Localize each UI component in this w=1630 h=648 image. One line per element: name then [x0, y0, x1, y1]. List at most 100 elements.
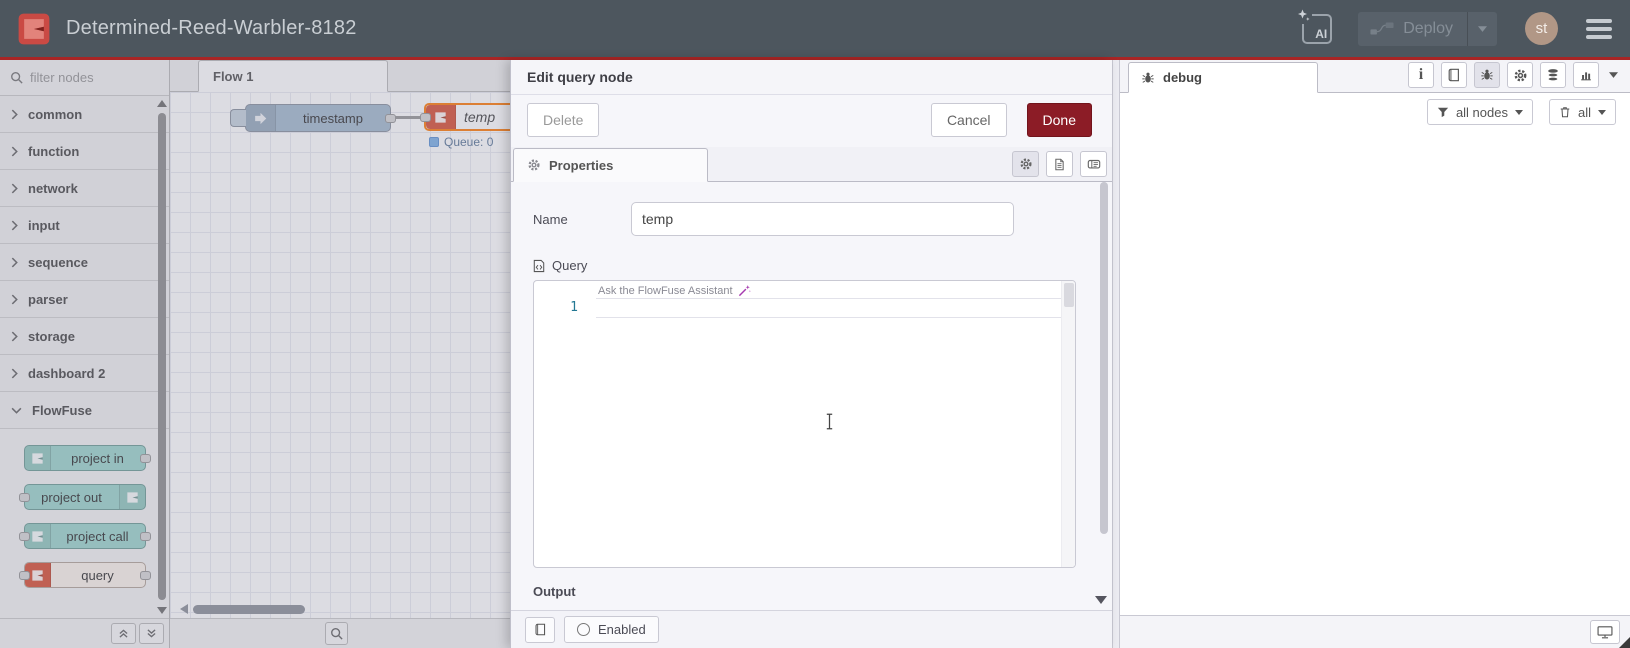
help-tab-button[interactable]	[1441, 62, 1467, 88]
input-port[interactable]	[18, 532, 30, 541]
gear-icon	[1019, 158, 1032, 170]
node-enabled-toggle[interactable]: Enabled	[564, 616, 659, 643]
dashboard-tab-button[interactable]	[1573, 62, 1599, 88]
palette-category-dashboard2[interactable]: dashboard 2	[0, 355, 169, 392]
debug-tab-button[interactable]	[1474, 62, 1500, 88]
debug-filter-row: all nodes all	[1120, 93, 1630, 131]
chevron-down-icon	[1609, 72, 1618, 78]
input-port[interactable]	[18, 493, 30, 502]
user-avatar[interactable]: st	[1525, 12, 1558, 45]
palette-category-storage[interactable]: storage	[0, 318, 169, 355]
info-tab-button[interactable]: i	[1408, 62, 1434, 88]
context-data-tab-button[interactable]	[1540, 62, 1566, 88]
palette-node-query[interactable]: query	[18, 562, 151, 588]
appearance-icon-button[interactable]	[1080, 151, 1107, 177]
inject-trigger-button[interactable]	[230, 109, 246, 127]
sidebar-resize-handle[interactable]	[1112, 60, 1120, 648]
output-port[interactable]	[139, 571, 151, 580]
description-icon-button[interactable]	[1046, 151, 1073, 177]
deploy-label: Deploy	[1403, 19, 1453, 37]
sidebar-tab-buttons: i	[1408, 62, 1630, 92]
node-help-button[interactable]	[525, 616, 555, 643]
tab-debug[interactable]: debug	[1128, 62, 1318, 93]
palette-scrollbar[interactable]	[157, 100, 167, 614]
debug-message-list[interactable]	[1120, 131, 1630, 615]
expand-all-categories-button[interactable]	[139, 623, 164, 644]
debug-footer	[1120, 615, 1630, 648]
category-label: input	[28, 217, 60, 233]
sidebar-toolbar: debug i	[1120, 60, 1630, 93]
done-button[interactable]: Done	[1026, 103, 1092, 137]
window-resize-grip[interactable]	[1619, 637, 1630, 648]
main-menu-button[interactable]	[1586, 18, 1612, 39]
name-input[interactable]	[631, 202, 1014, 236]
output-port[interactable]	[139, 532, 151, 541]
name-label: Name	[533, 211, 568, 227]
menu-bar-icon	[1586, 26, 1612, 31]
text-cursor-icon	[825, 413, 834, 433]
scrollbar-thumb[interactable]	[158, 113, 166, 600]
palette-node-project-out[interactable]: project out	[18, 484, 146, 510]
delete-button[interactable]: Delete	[527, 103, 600, 137]
node-label: query	[81, 567, 114, 583]
scrollbar-thumb[interactable]	[1064, 283, 1074, 307]
palette-category-parser[interactable]: parser	[0, 281, 169, 318]
collapse-all-categories-button[interactable]	[111, 623, 136, 644]
enabled-state-icon	[577, 623, 590, 636]
tab-properties[interactable]: Properties	[513, 148, 708, 182]
scroll-down-arrow-icon[interactable]	[157, 607, 167, 614]
palette-node-project-in[interactable]: project in	[23, 445, 151, 471]
assistant-placeholder-button[interactable]: Ask the FlowFuse Assistant	[598, 284, 751, 297]
inject-arrow-icon	[246, 105, 276, 131]
scroll-left-arrow-icon[interactable]	[180, 604, 188, 614]
category-label: FlowFuse	[32, 402, 92, 418]
palette-node-project-call[interactable]: project call	[18, 523, 151, 549]
query-label: Query	[552, 258, 588, 273]
deploy-button[interactable]: Deploy	[1358, 20, 1467, 38]
debug-clear-button[interactable]: all	[1548, 99, 1616, 125]
debug-filter-button[interactable]: all nodes	[1426, 99, 1533, 125]
palette-search[interactable]	[0, 60, 169, 96]
flowfuse-node-icon	[118, 485, 145, 509]
palette-category-flowfuse[interactable]: FlowFuse	[0, 392, 169, 429]
cancel-button[interactable]: Cancel	[930, 103, 1007, 137]
sidebar-options-button[interactable]	[1606, 72, 1618, 78]
palette-category-network[interactable]: network	[0, 170, 169, 207]
editor-scrollbar[interactable]	[1061, 281, 1075, 567]
zoom-navigator-button[interactable]	[325, 622, 348, 645]
tray-title: Edit query node	[527, 69, 633, 85]
inject-node-timestamp[interactable]: timestamp	[230, 104, 396, 132]
input-port[interactable]	[18, 571, 30, 580]
line-number: 1	[570, 300, 578, 315]
output-port[interactable]	[385, 114, 396, 123]
editor-current-line	[596, 298, 1061, 318]
properties-icon-button[interactable]	[1012, 151, 1039, 177]
book-icon	[535, 623, 545, 636]
tray-footer: Enabled	[511, 610, 1112, 648]
scrollbar-thumb[interactable]	[1100, 182, 1108, 534]
menu-bar-icon	[1586, 18, 1612, 23]
sparkle-icon	[1296, 7, 1313, 24]
tray-scrollbar[interactable]	[1099, 182, 1109, 582]
deploy-options-button[interactable]	[1467, 11, 1497, 46]
palette-category-common[interactable]: common	[0, 96, 169, 133]
filter-nodes-input[interactable]	[30, 70, 140, 85]
chevron-right-icon	[11, 368, 18, 379]
output-port[interactable]	[139, 454, 151, 463]
scroll-up-arrow-icon[interactable]	[157, 100, 167, 107]
palette-category-input[interactable]: input	[0, 207, 169, 244]
tab-flow-1[interactable]: Flow 1	[198, 60, 388, 92]
config-nodes-tab-button[interactable]	[1507, 62, 1533, 88]
palette-category-function[interactable]: function	[0, 133, 169, 170]
open-debug-window-button[interactable]	[1590, 620, 1620, 644]
node-status: Queue: 0	[429, 135, 493, 149]
palette-category-sequence[interactable]: sequence	[0, 244, 169, 281]
category-label: common	[28, 106, 83, 122]
query-code-editor[interactable]: Ask the FlowFuse Assistant 1	[533, 280, 1076, 568]
canvas-horizontal-scrollbar[interactable]	[180, 603, 305, 615]
category-label: function	[28, 143, 80, 159]
scroll-more-indicator-icon[interactable]	[1095, 596, 1107, 604]
ai-assistant-button[interactable]: AI	[1296, 7, 1333, 44]
input-port[interactable]	[420, 113, 431, 122]
scrollbar-thumb[interactable]	[193, 604, 305, 614]
